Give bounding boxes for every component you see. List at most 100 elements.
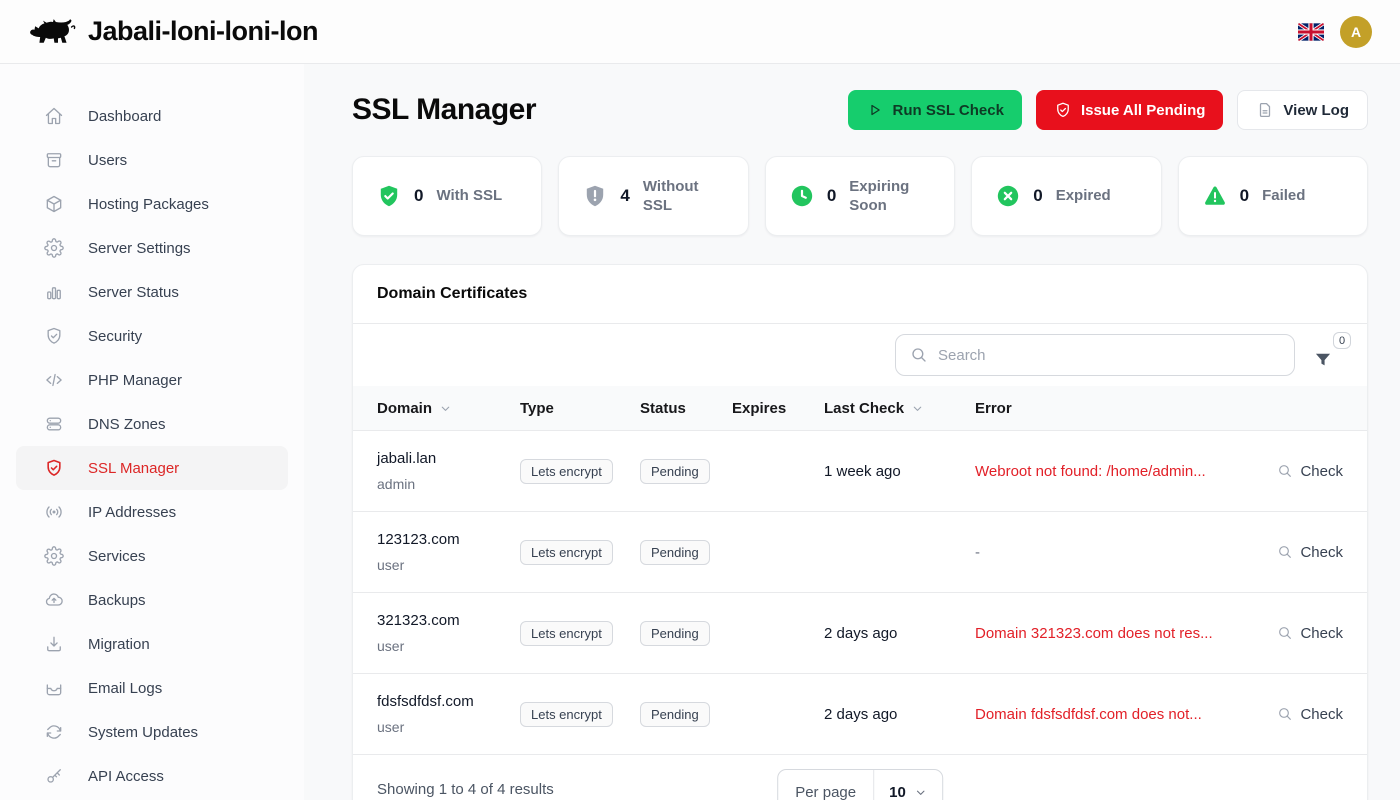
column-header-last-check[interactable]: Last Check xyxy=(824,400,975,417)
last-check-cell: 2 days ago xyxy=(824,706,975,723)
stat-without-ssl: 4 Without SSL xyxy=(558,156,748,236)
sidebar-item-label: System Updates xyxy=(88,724,198,741)
stat-failed: 0 Failed xyxy=(1178,156,1368,236)
sidebar-item-label: Email Logs xyxy=(88,680,162,697)
sidebar-item-hosting-packages[interactable]: Hosting Packages xyxy=(16,182,288,226)
sidebar-item-php-manager[interactable]: PHP Manager xyxy=(16,358,288,402)
gear-icon xyxy=(44,546,64,566)
results-summary: Showing 1 to 4 of 4 results xyxy=(377,781,554,798)
domain-user: user xyxy=(377,638,520,654)
stat-label: Expiring Soon xyxy=(849,177,927,216)
magnifier-icon xyxy=(1277,544,1293,560)
stat-value: 0 xyxy=(827,186,836,206)
run-ssl-check-button[interactable]: Run SSL Check xyxy=(848,90,1022,130)
sidebar-item-label: DNS Zones xyxy=(88,416,166,433)
sidebar-item-services[interactable]: Services xyxy=(16,534,288,578)
search-box[interactable] xyxy=(895,334,1295,376)
refresh-icon xyxy=(44,722,64,742)
brand[interactable]: Jabali-loni-loni-lon xyxy=(28,14,318,50)
type-badge: Lets encrypt xyxy=(520,621,613,646)
status-badge: Pending xyxy=(640,540,710,565)
gear-icon xyxy=(44,238,64,258)
sidebar-item-label: Security xyxy=(88,328,142,345)
domain-certificates-card: Domain Certificates 0 Domain Type St xyxy=(352,264,1368,800)
check-button[interactable]: Check xyxy=(1277,625,1343,642)
topbar: Jabali-loni-loni-lon A xyxy=(0,0,1400,64)
sidebar-item-ssl-manager[interactable]: SSL Manager xyxy=(16,446,288,490)
stat-with-ssl: 0 With SSL xyxy=(352,156,542,236)
chevron-down-icon xyxy=(911,402,924,415)
sidebar-item-label: Services xyxy=(88,548,146,565)
shield-check-icon xyxy=(44,458,64,478)
sidebar: Dashboard Users Hosting Packages Server … xyxy=(0,64,304,800)
table-footer: Showing 1 to 4 of 4 results Per page 10 xyxy=(353,754,1367,800)
signal-icon xyxy=(44,502,64,522)
issue-all-pending-button[interactable]: Issue All Pending xyxy=(1036,90,1223,130)
type-badge: Lets encrypt xyxy=(520,459,613,484)
sidebar-item-label: Server Status xyxy=(88,284,179,301)
chevron-down-icon xyxy=(914,786,927,799)
column-header-domain[interactable]: Domain xyxy=(377,400,520,417)
page-title: SSL Manager xyxy=(352,93,536,127)
sidebar-item-dashboard[interactable]: Dashboard xyxy=(16,94,288,138)
clock-icon xyxy=(790,184,814,208)
sidebar-item-ip-addresses[interactable]: IP Addresses xyxy=(16,490,288,534)
shield-check-icon xyxy=(44,326,64,346)
domain-user: user xyxy=(377,557,520,573)
stat-value: 4 xyxy=(620,186,629,206)
column-header-error: Error xyxy=(975,400,1243,417)
table-row: 321323.com user Lets encrypt Pending 2 d… xyxy=(353,592,1367,673)
error-cell: Webroot not found: /home/admin... xyxy=(975,463,1243,480)
magnifier-icon xyxy=(1277,706,1293,722)
sidebar-item-backups[interactable]: Backups xyxy=(16,578,288,622)
sidebar-item-server-settings[interactable]: Server Settings xyxy=(16,226,288,270)
sidebar-item-system-updates[interactable]: System Updates xyxy=(16,710,288,754)
sidebar-item-label: PHP Manager xyxy=(88,372,182,389)
check-button[interactable]: Check xyxy=(1277,463,1343,480)
document-icon xyxy=(1256,101,1274,119)
per-page-control: Per page 10 xyxy=(777,769,943,800)
sidebar-item-label: Migration xyxy=(88,636,150,653)
chevron-down-icon xyxy=(439,402,452,415)
search-icon xyxy=(910,346,928,364)
sidebar-item-migration[interactable]: Migration xyxy=(16,622,288,666)
cloud-upload-icon xyxy=(44,590,64,610)
sidebar-item-users[interactable]: Users xyxy=(16,138,288,182)
stat-label: Without SSL xyxy=(643,177,721,216)
stats-row: 0 With SSL 4 Without SSL 0 Expiring Soon… xyxy=(352,156,1368,236)
check-button[interactable]: Check xyxy=(1277,544,1343,561)
check-button[interactable]: Check xyxy=(1277,706,1343,723)
stat-label: Failed xyxy=(1262,186,1305,206)
magnifier-icon xyxy=(1277,625,1293,641)
stat-value: 0 xyxy=(1033,186,1042,206)
sidebar-item-api-access[interactable]: API Access xyxy=(16,754,288,798)
domain-user: user xyxy=(377,719,520,735)
search-input[interactable] xyxy=(938,347,1280,364)
sidebar-item-label: SSL Manager xyxy=(88,460,179,477)
sidebar-item-security[interactable]: Security xyxy=(16,314,288,358)
sidebar-item-dns-zones[interactable]: DNS Zones xyxy=(16,402,288,446)
view-log-button[interactable]: View Log xyxy=(1237,90,1368,130)
sidebar-item-label: Users xyxy=(88,152,127,169)
domain-user: admin xyxy=(377,476,520,492)
stat-expiring-soon: 0 Expiring Soon xyxy=(765,156,955,236)
per-page-select[interactable]: 10 xyxy=(873,770,942,800)
filter-button[interactable]: 0 xyxy=(1313,338,1343,372)
home-icon xyxy=(44,106,64,126)
column-header-expires: Expires xyxy=(732,400,824,417)
download-icon xyxy=(44,634,64,654)
user-avatar[interactable]: A xyxy=(1340,16,1372,48)
uk-flag-icon[interactable] xyxy=(1298,23,1324,41)
key-icon xyxy=(44,766,64,786)
status-badge: Pending xyxy=(640,702,710,727)
stat-expired: 0 Expired xyxy=(971,156,1161,236)
table-row: 123123.com user Lets encrypt Pending - C… xyxy=(353,511,1367,592)
domain-name: 321323.com xyxy=(377,612,520,629)
error-cell: Domain fdsfsdfdsf.com does not... xyxy=(975,706,1243,723)
x-circle-icon xyxy=(996,184,1020,208)
code-icon xyxy=(44,370,64,390)
card-title: Domain Certificates xyxy=(353,265,1367,324)
sidebar-item-server-status[interactable]: Server Status xyxy=(16,270,288,314)
filter-count-badge: 0 xyxy=(1333,332,1351,349)
sidebar-item-email-logs[interactable]: Email Logs xyxy=(16,666,288,710)
